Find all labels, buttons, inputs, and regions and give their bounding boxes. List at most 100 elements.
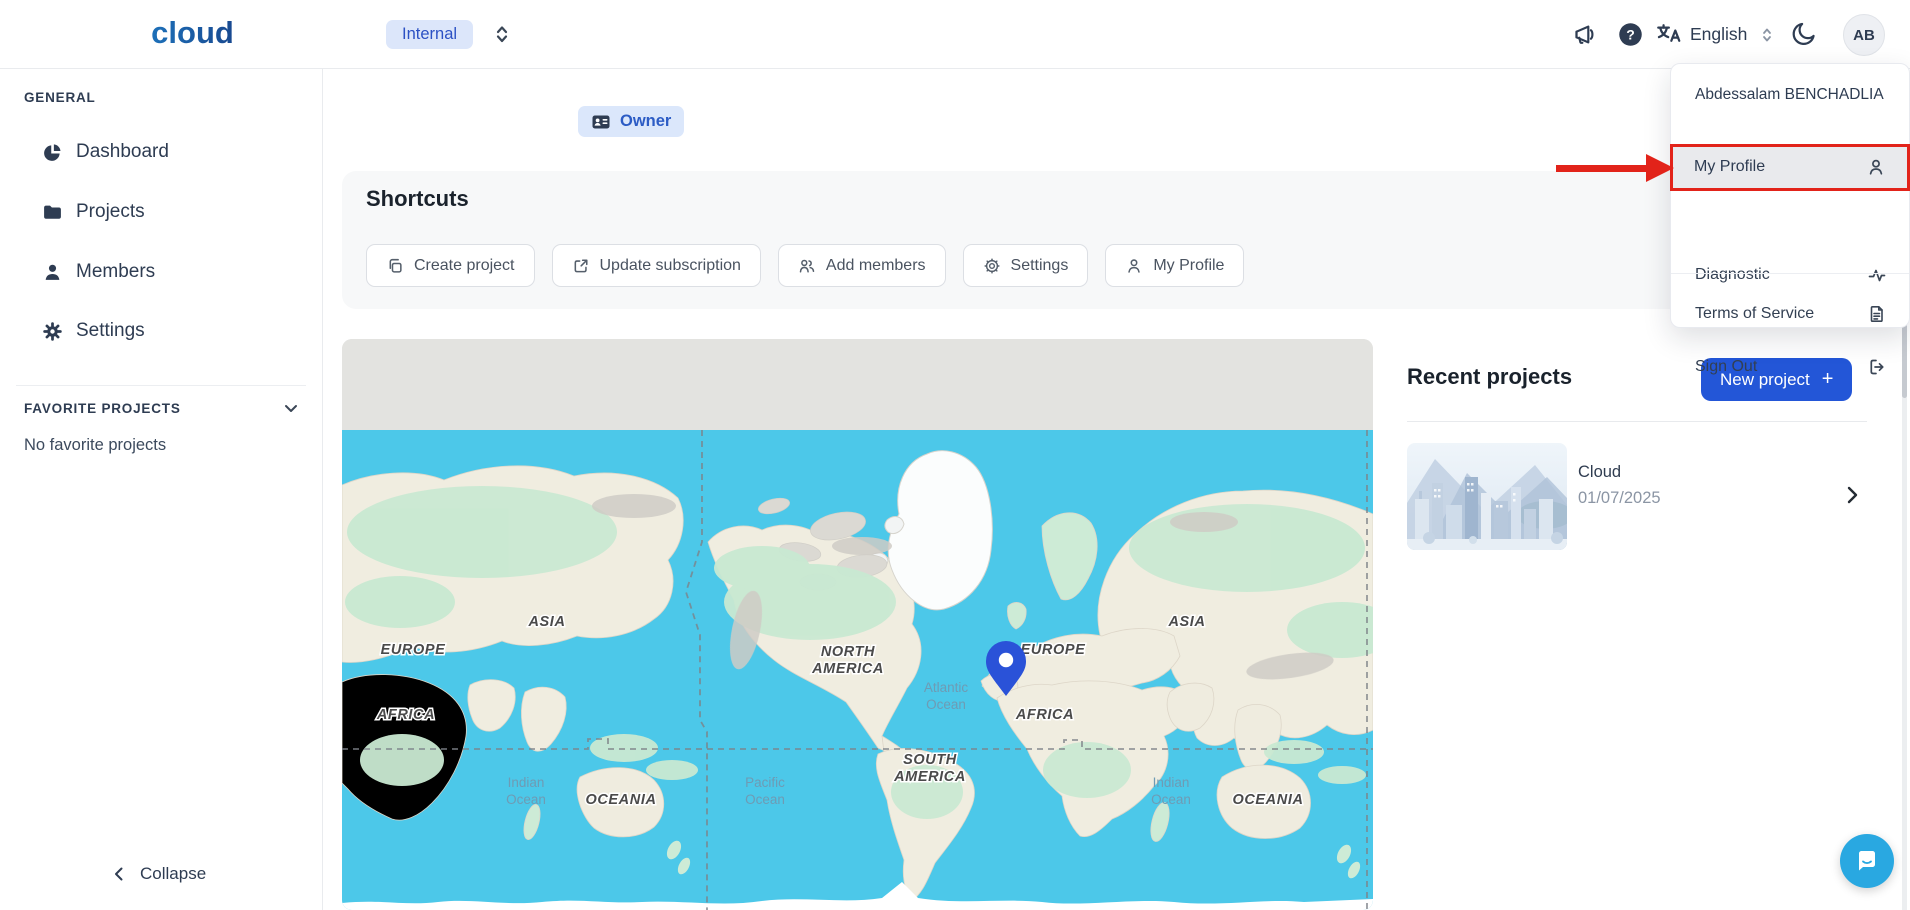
chat-launcher-button[interactable] (1840, 834, 1894, 888)
sidebar-item-label: Projects (76, 201, 145, 223)
activity-icon (1867, 265, 1887, 285)
settings-shortcut-button[interactable]: Settings (963, 244, 1089, 287)
chat-bubble-icon (1853, 847, 1881, 875)
user-avatar[interactable]: AB (1843, 14, 1885, 56)
map-label-oceania-left: OCEANIA (585, 792, 656, 808)
owner-badge-label: Owner (620, 112, 671, 131)
external-link-icon (572, 257, 590, 275)
sidebar-item-projects[interactable]: Projects (0, 190, 322, 234)
map-canvas: EUROPE ASIA AFRICA NORTH AMERICA SOUTH A… (342, 430, 1373, 910)
top-bar: cloud Internal ? (0, 0, 1910, 69)
users-icon (798, 257, 816, 275)
shortcuts-button-row: Create project Update subscription Add m… (366, 244, 1244, 287)
user-icon (42, 262, 63, 283)
user-menu-display-name: Abdessalam BENCHADLIA (1695, 86, 1884, 104)
map-label-europe-left: EUROPE (381, 642, 447, 658)
map-label-pacific-ocean: Ocean (745, 792, 785, 807)
map-label-north-america: AMERICA (811, 661, 884, 677)
collapse-sidebar-button[interactable]: Collapse (110, 864, 206, 884)
button-label: Update subscription (600, 257, 741, 275)
app-root: cloud Internal ? (0, 0, 1910, 910)
chevron-down-icon[interactable] (280, 397, 302, 419)
environment-badge-label: Internal (402, 25, 457, 44)
project-list-item[interactable]: Cloud 01/07/2025 (1407, 443, 1867, 550)
project-date: 01/07/2025 (1578, 489, 1661, 508)
map-label-pacific-ocean: Pacific (745, 775, 785, 790)
sidebar: GENERAL Dashboard Projects (0, 68, 323, 910)
menu-item-label: My Profile (1694, 158, 1765, 176)
gear-icon (983, 257, 1001, 275)
sidebar-divider (16, 385, 306, 386)
project-thumbnail (1407, 443, 1567, 550)
language-selector[interactable]: English (1690, 24, 1747, 45)
copy-icon (386, 257, 404, 275)
favorites-empty-text: No favorite projects (24, 436, 166, 455)
shortcuts-section (342, 171, 1878, 309)
sidebar-item-label: Dashboard (76, 141, 169, 163)
environment-badge[interactable]: Internal (386, 20, 473, 49)
sidebar-item-label: Settings (76, 320, 145, 342)
map-label-oceania-right: OCEANIA (1232, 792, 1303, 808)
menu-item-my-profile[interactable]: My Profile (1670, 144, 1910, 191)
app-logo[interactable]: cloud (130, 15, 255, 51)
map-label-indian-ocean-left: Indian (508, 775, 545, 790)
sidebar-item-settings[interactable]: Settings (0, 309, 322, 353)
pie-chart-icon (42, 142, 63, 163)
gear-icon (42, 321, 63, 342)
folder-icon (42, 202, 63, 223)
menu-item-diagnostic[interactable]: Diagnostic (1671, 259, 1909, 291)
sidebar-section-favorites: FAVORITE PROJECTS (24, 401, 181, 416)
recent-projects-title: Recent projects (1407, 364, 1572, 390)
update-subscription-button[interactable]: Update subscription (552, 244, 761, 287)
map-label-south-america: SOUTH (903, 752, 957, 768)
map-label-north-america: NORTH (821, 644, 875, 660)
map-label-indian-ocean-left: Ocean (506, 792, 546, 807)
menu-item-label: Diagnostic (1695, 266, 1770, 284)
environment-select-chevrons-icon[interactable] (489, 21, 515, 47)
svg-text:?: ? (1626, 26, 1635, 42)
menu-item-label: Sign Out (1695, 358, 1757, 376)
shortcuts-title: Shortcuts (366, 186, 469, 212)
chevron-left-icon (110, 865, 128, 883)
menu-item-sign-out[interactable]: Sign Out (1671, 351, 1909, 383)
world-map[interactable]: EUROPE ASIA AFRICA NORTH AMERICA SOUTH A… (342, 339, 1373, 910)
user-menu: Abdessalam BENCHADLIA Diagnostic Terms o… (1670, 63, 1910, 328)
menu-divider (1671, 273, 1909, 274)
document-icon (1867, 304, 1887, 324)
map-label-asia-left: ASIA (527, 614, 565, 630)
recent-projects-divider (1407, 421, 1867, 422)
map-label-europe-right: EUROPE (1021, 642, 1087, 658)
collapse-label: Collapse (140, 864, 206, 884)
translate-icon[interactable] (1655, 21, 1682, 48)
sidebar-item-members[interactable]: Members (0, 250, 322, 294)
menu-item-terms-of-service[interactable]: Terms of Service (1671, 298, 1909, 330)
map-label-south-america: AMERICA (893, 769, 966, 785)
map-label-indian-ocean-right: Ocean (1151, 792, 1191, 807)
chevron-right-icon[interactable] (1840, 483, 1864, 507)
dark-mode-moon-icon[interactable] (1790, 20, 1817, 47)
project-name: Cloud (1578, 463, 1621, 482)
button-label: Create project (414, 257, 515, 275)
sidebar-section-general: GENERAL (24, 90, 96, 105)
megaphone-icon[interactable] (1572, 21, 1599, 48)
owner-role-badge: Owner (578, 106, 684, 137)
button-label: Add members (826, 257, 926, 275)
sidebar-item-dashboard[interactable]: Dashboard (0, 130, 322, 174)
id-card-icon (591, 112, 611, 132)
user-icon (1125, 257, 1143, 275)
map-label-atlantic-ocean: Atlantic (924, 680, 969, 695)
create-project-button[interactable]: Create project (366, 244, 535, 287)
sign-out-icon (1867, 357, 1887, 377)
menu-item-label: Terms of Service (1695, 305, 1814, 323)
button-label: Settings (1011, 257, 1069, 275)
map-label-asia-right: ASIA (1167, 614, 1205, 630)
user-icon (1866, 157, 1886, 177)
avatar-initials: AB (1853, 27, 1875, 44)
help-icon[interactable]: ? (1617, 21, 1644, 48)
sidebar-item-label: Members (76, 261, 155, 283)
map-label-atlantic-ocean: Ocean (926, 697, 966, 712)
button-label: My Profile (1153, 257, 1224, 275)
language-chevrons-icon[interactable] (1760, 25, 1774, 45)
add-members-button[interactable]: Add members (778, 244, 946, 287)
my-profile-shortcut-button[interactable]: My Profile (1105, 244, 1244, 287)
